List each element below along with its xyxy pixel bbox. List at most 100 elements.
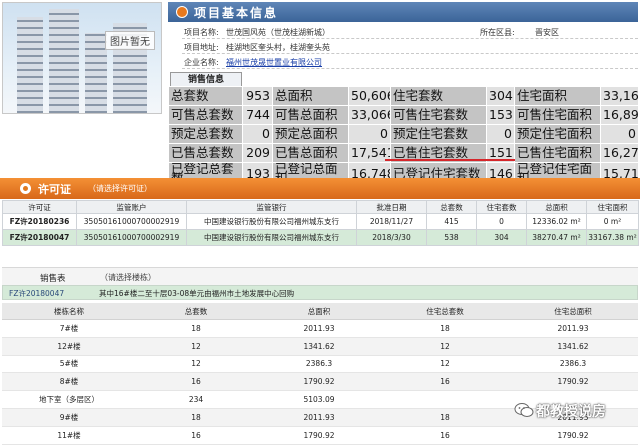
permit-cell: 35050161000700002919: [76, 213, 187, 230]
permit-cell: FZ许20180236: [2, 213, 77, 230]
sales-column-header: 楼栋名称: [2, 303, 136, 320]
building-cell: 2011.93: [508, 319, 638, 338]
permit-column-header: 总套数: [426, 200, 477, 214]
building-cell: 12: [136, 355, 256, 374]
stat-label: 预定住宅套数: [390, 124, 487, 144]
stat-value: 50,606: [348, 86, 391, 106]
project-name-label: 项目名称:: [184, 28, 219, 37]
permit-column-header: 监管银行: [186, 200, 357, 214]
project-name-value: 世茂国风苑（世茂桂湖新城）: [226, 28, 330, 37]
divider: [182, 38, 638, 39]
building-shape: [49, 9, 79, 113]
building-cell: 16: [382, 426, 508, 445]
permit-cell: 35050161000700002919: [76, 229, 187, 246]
building-cell: 5103.09: [256, 390, 382, 409]
selected-permit-id: FZ许20180047: [9, 289, 65, 298]
stat-value: 153: [486, 105, 515, 125]
project-address-label: 项目地址:: [184, 43, 219, 52]
stat-label: 已售住宅面积: [514, 143, 601, 163]
permit-column-header: 批准日期: [356, 200, 427, 214]
building-row[interactable]: 7#楼 18 2011.93 18 2011.93: [2, 319, 638, 338]
region-label: 所在区县:: [480, 28, 515, 37]
sales-column-header: 住宅总面积: [508, 303, 638, 320]
highlight-underline: [385, 159, 515, 161]
stats-row: 预定总套数 0 预定总面积 0 预定住宅套数 0 预定住宅面积 0: [168, 124, 639, 144]
building-cell: 18: [382, 408, 508, 427]
stat-value: 304: [486, 86, 515, 106]
building-cell: 12: [382, 355, 508, 374]
stat-label: 可售住宅套数: [390, 105, 487, 125]
building-cell: 18: [382, 319, 508, 338]
building-row[interactable]: 12#楼 12 1341.62 12 1341.62: [2, 337, 638, 356]
permit-hint: （请选择许可证）: [88, 184, 152, 193]
building-cell: 2386.3: [508, 355, 638, 374]
building-cell: 1790.92: [508, 426, 638, 445]
header-title: 项目基本信息: [194, 6, 279, 20]
permit-cell: 33167.38 m²: [586, 229, 639, 246]
watermark: 都教授说房: [514, 400, 638, 422]
sales-column-header: 住宅总套数: [382, 303, 508, 320]
permit-section-header: 许可证 （请选择许可证）: [0, 178, 640, 199]
company-link[interactable]: 福州世茂晟世置业有限公司: [226, 57, 322, 68]
stat-label: 住宅套数: [390, 86, 487, 106]
stat-label: 总套数: [168, 86, 243, 106]
building-cell: 1341.62: [256, 337, 382, 356]
building-cell: 1790.92: [256, 426, 382, 445]
stats-row: 总套数953总面积50,606住宅套数304住宅面积33,167: [168, 86, 639, 106]
sales-table-hint: （请选择楼栋）: [100, 273, 156, 282]
building-cell: 12: [136, 337, 256, 356]
stat-label: 预定总面积: [272, 124, 349, 144]
building-cell: 12#楼: [2, 337, 136, 356]
building-row[interactable]: 5#楼 12 2386.3 12 2386.3: [2, 355, 638, 374]
stat-value: 16,272: [600, 143, 639, 163]
building-cell: 2011.93: [256, 408, 382, 427]
permit-cell: 中国建设银行股份有限公司福州城东支行: [186, 213, 357, 230]
stat-label: 总面积: [272, 86, 349, 106]
permit-cell: FZ许20180047: [2, 229, 77, 246]
stats-row: 可售总套数744可售总面积33,066可售住宅套数153可售住宅面积16,895: [168, 105, 639, 125]
building-cell: 16: [382, 372, 508, 392]
stat-label: 住宅面积: [514, 86, 601, 106]
building-cell: 18: [136, 408, 256, 427]
divider: [182, 53, 638, 54]
building-cell: 地下室（多层区）: [2, 390, 136, 409]
watermark-text: 都教授说房: [536, 404, 606, 420]
stat-label: 已售总面积: [272, 143, 349, 163]
permit-title: 许可证: [38, 183, 71, 196]
building-shape: [85, 33, 107, 113]
stat-value: 0: [600, 124, 639, 144]
permit-column-header: 许可证: [2, 200, 77, 214]
sales-info-tab[interactable]: 销售信息: [170, 72, 242, 87]
permit-column-header: 总面积: [526, 200, 587, 214]
stat-value: 0: [348, 124, 391, 144]
building-cell: 16: [136, 426, 256, 445]
permit-cell: 0 m²: [586, 213, 639, 230]
stat-value: 0: [486, 124, 515, 144]
selected-permit-row[interactable]: FZ许20180047 其中16#楼二至十层03-08单元由福州市土地发展中心回…: [2, 285, 638, 300]
stat-value: 953: [242, 86, 273, 106]
building-row[interactable]: 11#楼 16 1790.92 16 1790.92: [2, 426, 638, 445]
permit-cell: 2018/3/30: [356, 229, 427, 246]
stat-label: 可售总套数: [168, 105, 243, 125]
stat-label: 可售住宅面积: [514, 105, 601, 125]
permit-table: 许可证 监管账户 监管银行 批准日期 总套数 住宅套数 总面积 住宅面积 FZ许2018023…: [2, 200, 639, 246]
project-info-header: 项目基本信息: [168, 2, 638, 22]
stat-label: 预定总套数: [168, 124, 243, 144]
divider: [182, 68, 638, 69]
permit-cell: 415: [426, 213, 477, 230]
stat-value: 33,167: [600, 86, 639, 106]
building-cell: 9#楼: [2, 408, 136, 427]
sales-stats-table: 总套数953总面积50,606住宅套数304住宅面积33,167可售总套数744…: [168, 86, 639, 185]
stat-value: 16,895: [600, 105, 639, 125]
building-row[interactable]: 8#楼 16 1790.92 16 1790.92: [2, 372, 638, 392]
permit-row[interactable]: FZ许20180047 35050161000700002919 中国建设银行股份有…: [2, 229, 639, 246]
permit-column-header: 监管账户: [76, 200, 187, 214]
building-cell: 1790.92: [256, 372, 382, 392]
sales-table-header: 销售表 （请选择楼栋）: [2, 267, 638, 285]
permit-row[interactable]: FZ许20180236 35050161000700002919 中国建设银行股份有…: [2, 213, 639, 230]
project-address-value: 桂湖地区奎头村，桂湖奎头苑: [226, 43, 330, 52]
building-cell: 1790.92: [508, 372, 638, 392]
building-cell: 16: [136, 372, 256, 392]
building-cell: 18: [136, 319, 256, 338]
permit-cell: 2018/11/27: [356, 213, 427, 230]
